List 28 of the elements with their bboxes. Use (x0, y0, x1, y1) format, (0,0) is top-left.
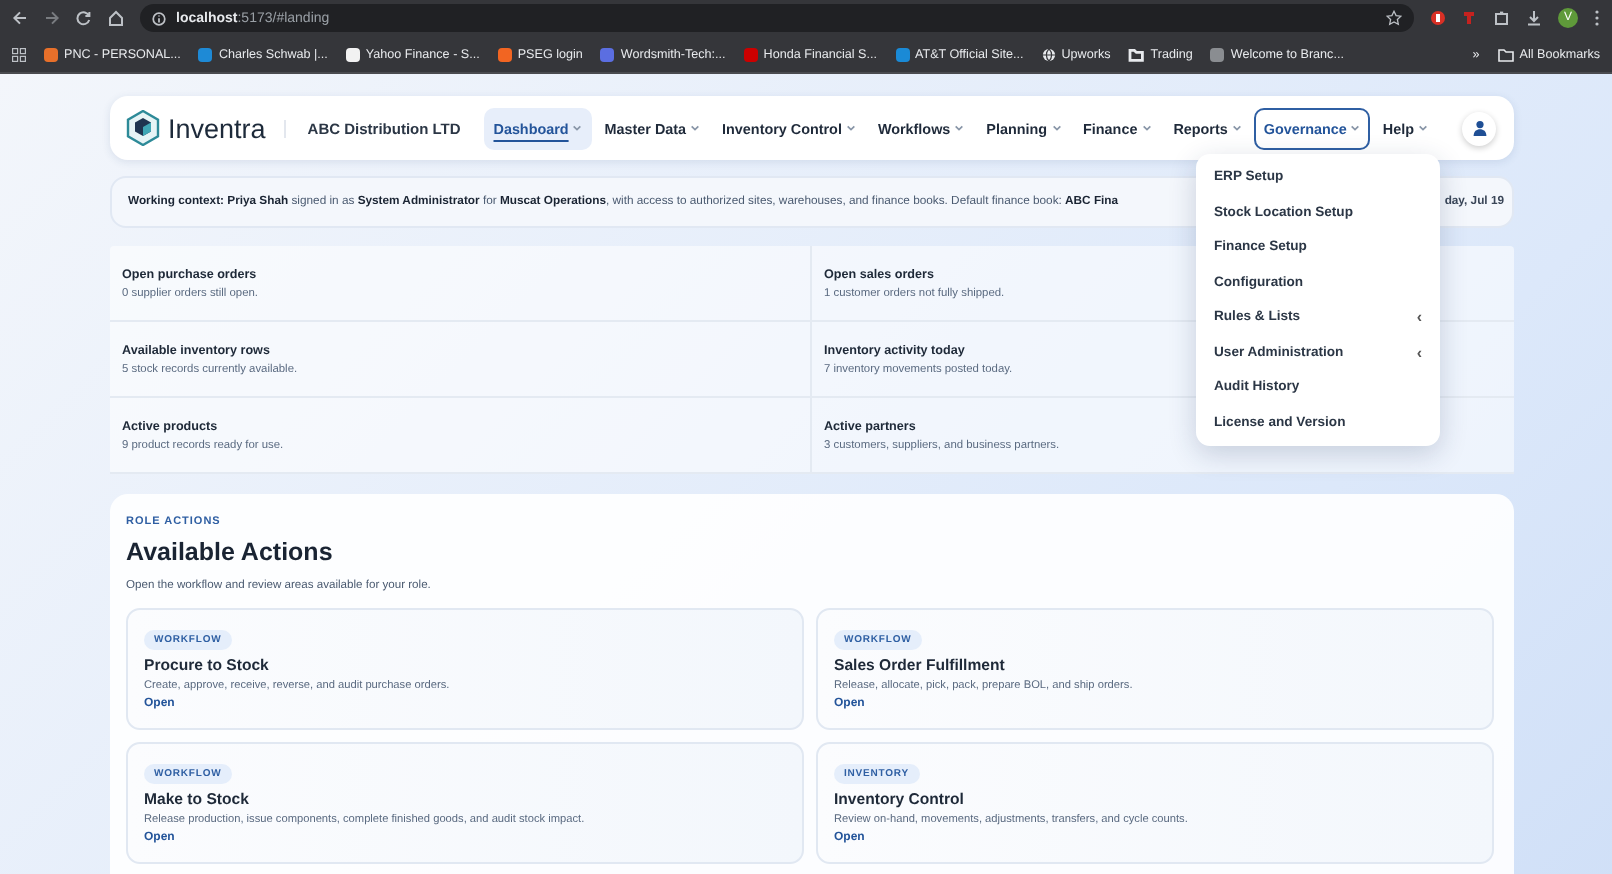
reload-icon[interactable] (76, 10, 92, 26)
caret-icon (1141, 124, 1152, 132)
site-info-icon[interactable] (152, 11, 166, 25)
caret-icon (954, 124, 965, 132)
caret-icon (1051, 124, 1062, 132)
caret-icon (572, 124, 583, 132)
back-icon[interactable] (12, 10, 28, 26)
extension-icon[interactable] (1430, 10, 1446, 26)
caret-icon (1350, 124, 1361, 132)
person-icon (1471, 120, 1487, 136)
caret-icon (845, 124, 856, 132)
menu-icon[interactable] (1594, 10, 1600, 26)
section-title: Available Actions (126, 538, 335, 566)
submenu-arrow: ‹ (1416, 308, 1422, 327)
user-avatar-button[interactable] (1462, 111, 1496, 145)
caret-icon (1231, 124, 1242, 132)
caret-icon (1418, 124, 1428, 132)
puzzle-icon[interactable] (1494, 10, 1510, 26)
brand-name: Inventra (168, 113, 266, 143)
folder-icon (1497, 47, 1514, 61)
home-icon[interactable] (108, 10, 124, 26)
forward-icon[interactable] (44, 10, 60, 26)
hexagon-cube-logo-icon (126, 110, 160, 146)
download-icon[interactable] (1526, 10, 1542, 26)
submenu-arrow: ‹ (1416, 343, 1422, 362)
star-icon[interactable] (1386, 10, 1402, 26)
caret-icon (690, 124, 701, 132)
apps-grid-icon[interactable] (12, 47, 26, 61)
